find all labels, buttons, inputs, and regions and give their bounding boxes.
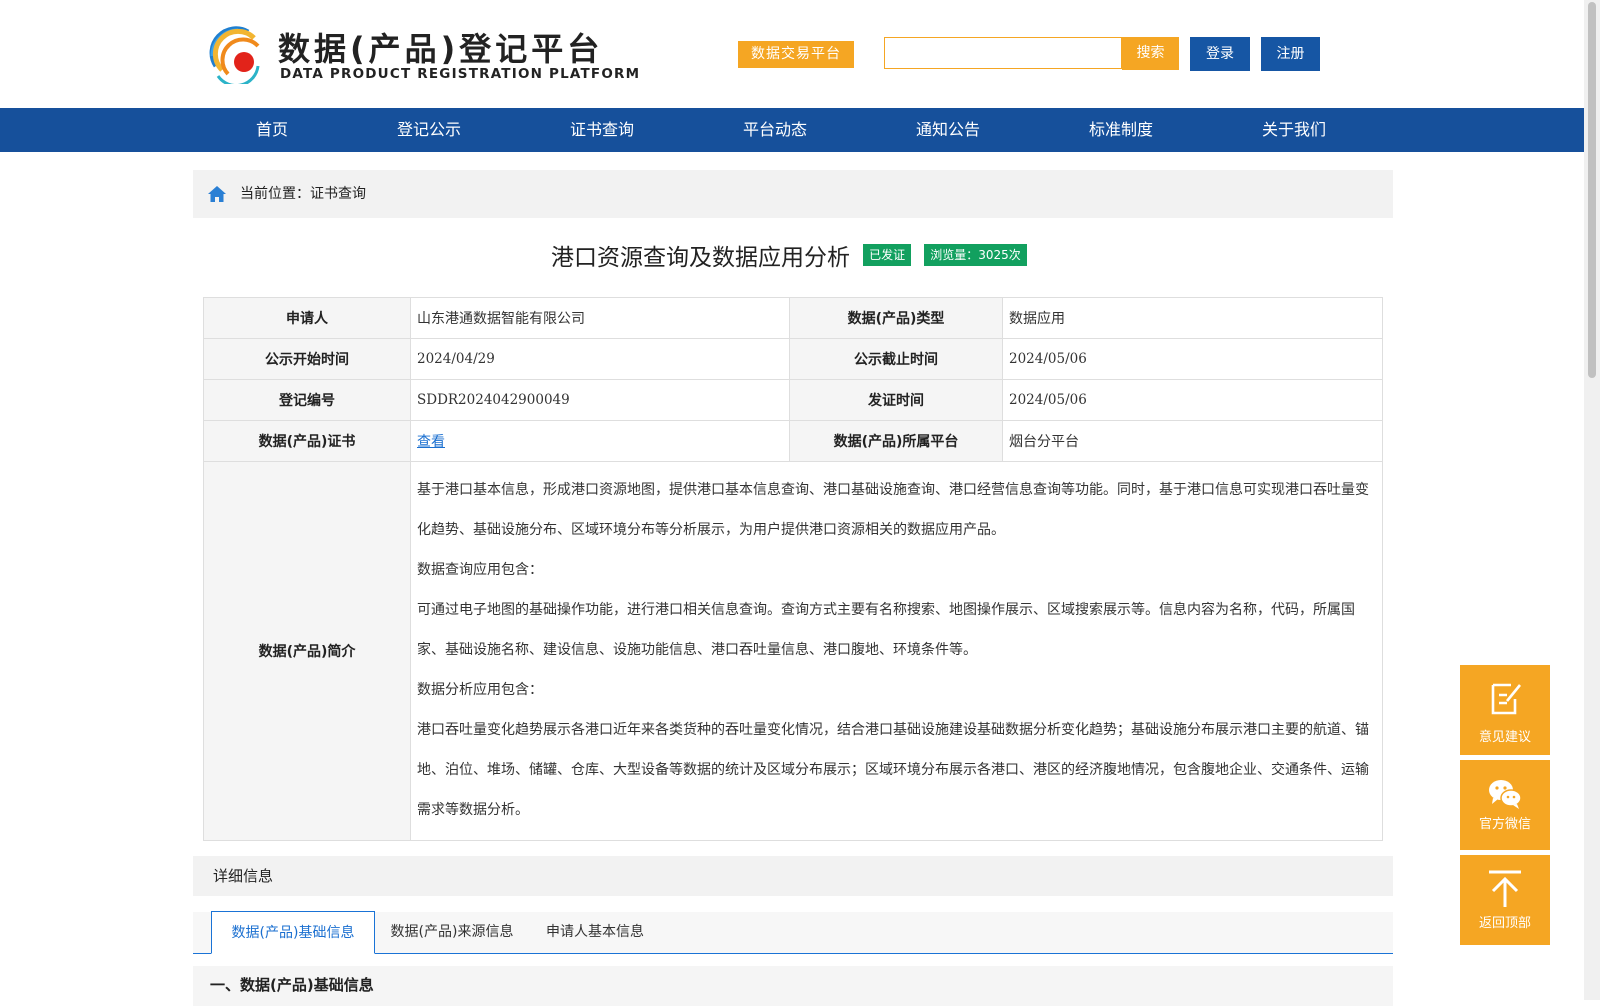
scrollbar-thumb[interactable] <box>1588 2 1596 378</box>
status-badge: 已发证 <box>863 244 912 266</box>
login-button[interactable]: 登录 <box>1190 37 1250 71</box>
registration-number-value: SDDR2024042900049 <box>410 379 790 421</box>
table-row: 登记编号 SDDR2024042900049 发证时间 2024/05/06 <box>203 379 1383 421</box>
detail-tabs: 数据(产品)基础信息 数据(产品)来源信息 申请人基本信息 <box>193 911 1393 954</box>
description-cell: 基于港口基本信息，形成港口资源地图，提供港口基本信息查询、港口基础设施查询、港口… <box>410 461 1383 841</box>
description-paragraph: 可通过电子地图的基础操作功能，进行港口相关信息查询。查询方式主要有名称搜索、地图… <box>417 602 1355 658</box>
arrow-up-icon <box>1489 870 1521 907</box>
applicant-label: 申请人 <box>203 297 411 339</box>
applicant-value: 山东港通数据智能有限公司 <box>410 297 790 339</box>
wechat-button[interactable]: 官方微信 <box>1460 760 1550 850</box>
section-title: 一、数据(产品)基础信息 <box>210 976 374 994</box>
wechat-label: 官方微信 <box>1478 817 1531 832</box>
nav-item-certificate-query[interactable]: 证书查询 <box>570 108 634 152</box>
issue-time-label: 发证时间 <box>789 379 1003 421</box>
description-label: 数据(产品)简介 <box>203 461 411 841</box>
platform-value: 烟台分平台 <box>1002 420 1383 462</box>
nav-item-announcements[interactable]: 通知公告 <box>916 108 980 152</box>
view-certificate-link[interactable]: 查看 <box>417 434 445 450</box>
section-header: 一、数据(产品)基础信息 <box>193 966 1393 1006</box>
page-scrollbar[interactable] <box>1584 0 1600 1000</box>
feedback-button[interactable]: 意见建议 <box>1460 665 1550 755</box>
data-trade-platform-button[interactable]: 数据交易平台 <box>738 41 854 68</box>
back-to-top-label: 返回顶部 <box>1478 916 1531 931</box>
edit-note-icon <box>1491 683 1522 715</box>
start-time-label: 公示开始时间 <box>203 338 411 380</box>
platform-label: 数据(产品)所属平台 <box>789 420 1003 462</box>
certificate-label: 数据(产品)证书 <box>203 420 411 462</box>
tab-source-info[interactable]: 数据(产品)来源信息 <box>387 912 517 953</box>
breadcrumb-text: 当前位置：证书查询 <box>240 186 366 202</box>
search-input[interactable] <box>884 37 1122 69</box>
certificate-cell: 查看 <box>410 420 790 462</box>
register-button[interactable]: 注册 <box>1261 37 1320 71</box>
logo-chinese-text: 数据(产品)登记平台 <box>278 30 604 68</box>
detail-header: 详细信息 <box>193 856 1393 896</box>
site-logo[interactable]: 数据(产品)登记平台 DATA PRODUCT REGISTRATION PLA… <box>208 24 639 86</box>
issue-time-value: 2024/05/06 <box>1002 379 1383 421</box>
type-value: 数据应用 <box>1002 297 1383 339</box>
product-title: 港口资源查询及数据应用分析 <box>551 245 850 271</box>
tab-basic-info[interactable]: 数据(产品)基础信息 <box>211 911 375 954</box>
views-badge: 浏览量：3025次 <box>924 244 1027 266</box>
registration-number-label: 登记编号 <box>203 379 411 421</box>
type-label: 数据(产品)类型 <box>789 297 1003 339</box>
table-row: 数据(产品)简介 基于港口基本信息，形成港口资源地图，提供港口基本信息查询、港口… <box>203 461 1383 841</box>
end-time-value: 2024/05/06 <box>1002 338 1383 380</box>
end-time-label: 公示截止时间 <box>789 338 1003 380</box>
description-paragraph: 数据查询应用包含： <box>417 562 543 578</box>
table-row: 数据(产品)证书 查看 数据(产品)所属平台 烟台分平台 <box>203 420 1383 462</box>
logo-english-text: DATA PRODUCT REGISTRATION PLATFORM <box>280 66 641 82</box>
product-info-table: 申请人 山东港通数据智能有限公司 数据(产品)类型 数据应用 公示开始时间 20… <box>203 297 1383 841</box>
nav-item-registration-notice[interactable]: 登记公示 <box>397 108 461 152</box>
description-paragraph: 港口吞吐量变化趋势展示各港口近年来各类货种的吞吐量变化情况，结合港口基础设施建设… <box>417 722 1369 818</box>
detail-title: 详细信息 <box>213 867 274 885</box>
main-nav: 首页 登记公示 证书查询 平台动态 通知公告 标准制度 关于我们 <box>0 108 1584 152</box>
wechat-icon <box>1489 780 1522 809</box>
description-paragraph: 数据分析应用包含： <box>417 682 543 698</box>
table-row: 申请人 山东港通数据智能有限公司 数据(产品)类型 数据应用 <box>203 297 1383 339</box>
product-title-row: 港口资源查询及数据应用分析 已发证 浏览量：3025次 <box>551 238 1027 271</box>
back-to-top-button[interactable]: 返回顶部 <box>1460 855 1550 945</box>
search-button[interactable]: 搜索 <box>1122 37 1179 70</box>
site-header: 数据(产品)登记平台 DATA PRODUCT REGISTRATION PLA… <box>0 0 1584 108</box>
description-paragraph: 基于港口基本信息，形成港口资源地图，提供港口基本信息查询、港口基础设施查询、港口… <box>417 482 1369 538</box>
home-icon[interactable] <box>207 185 227 203</box>
breadcrumb: 当前位置：证书查询 <box>193 170 1393 218</box>
nav-item-about-us[interactable]: 关于我们 <box>1262 108 1326 152</box>
logo-mark-icon <box>209 26 260 84</box>
nav-item-home[interactable]: 首页 <box>256 108 288 152</box>
start-time-value: 2024/04/29 <box>410 338 790 380</box>
feedback-label: 意见建议 <box>1478 730 1531 745</box>
table-row: 公示开始时间 2024/04/29 公示截止时间 2024/05/06 <box>203 338 1383 380</box>
tab-applicant-info[interactable]: 申请人基本信息 <box>539 912 651 953</box>
nav-item-platform-news[interactable]: 平台动态 <box>743 108 807 152</box>
nav-item-standards[interactable]: 标准制度 <box>1089 108 1153 152</box>
